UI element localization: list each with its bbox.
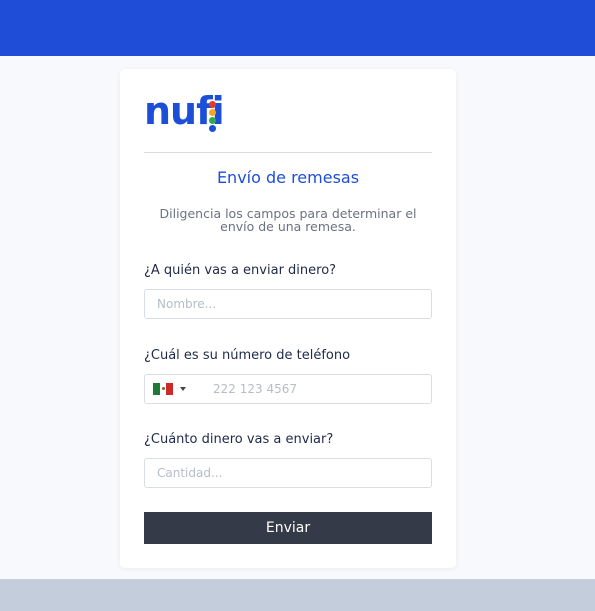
phone-label: ¿Cuál es su número de teléfono: [144, 348, 351, 363]
amount-input[interactable]: [144, 458, 432, 488]
mexico-flag-icon: [153, 383, 174, 395]
phone-number-input[interactable]: [201, 375, 429, 403]
chevron-down-icon: [180, 387, 186, 391]
form-subtitle: Diligencia los campos para determinar el…: [159, 206, 417, 234]
divider: [144, 152, 432, 153]
logo-dot-blue: [209, 125, 216, 132]
form-title: Envío de remesas: [216, 168, 360, 187]
logo-dots: [209, 101, 217, 132]
footer-bar: [0, 579, 595, 611]
logo-dot-red: [209, 101, 216, 108]
phone-field: [144, 374, 432, 404]
logo-dot-green: [209, 117, 216, 124]
submit-button[interactable]: Enviar: [144, 512, 432, 544]
amount-label: ¿Cuánto dinero vas a enviar?: [144, 432, 334, 447]
recipient-label: ¿A quién vas a enviar dinero?: [144, 263, 337, 278]
country-selector[interactable]: [153, 382, 189, 396]
header-bar: [0, 0, 595, 56]
recipient-name-input[interactable]: [144, 289, 432, 319]
nufi-logo: nufi: [144, 91, 234, 133]
remittance-form-card: nufi Envío de remesas Diligencia los cam…: [120, 69, 456, 568]
logo-dot-orange: [209, 109, 216, 116]
